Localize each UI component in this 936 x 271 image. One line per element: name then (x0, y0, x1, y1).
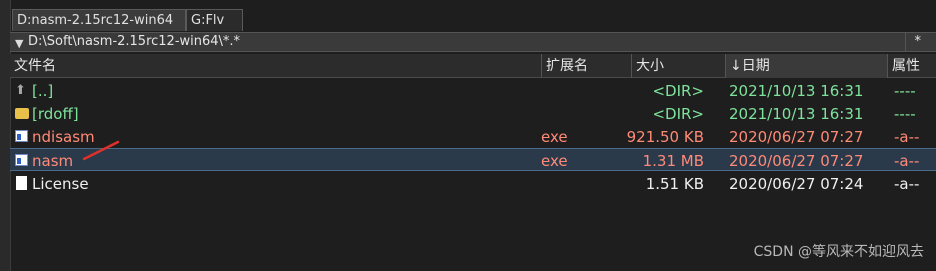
column-date-label: 日期 (741, 58, 770, 74)
exe-icon (15, 130, 28, 142)
file-date: 2020/06/27 07:27 (729, 128, 864, 146)
file-row[interactable]: ndisasm exe 921.50 KB 2020/06/27 07:27 -… (10, 125, 936, 148)
file-icon (16, 176, 27, 190)
column-name[interactable]: 文件名 (10, 54, 542, 78)
file-size: 1.51 KB (645, 175, 704, 193)
sort-arrow-icon: ↓ (730, 58, 742, 74)
file-date: 2020/06/27 07:24 (729, 175, 864, 193)
tab-nasm[interactable]: D:nasm-2.15rc12-win64 (12, 9, 186, 31)
file-size: 1.31 MB (642, 152, 704, 170)
up-arrow-icon: ⬆ (15, 83, 26, 98)
file-attr: -a-- (894, 128, 920, 146)
file-name: [rdoff] (32, 105, 79, 123)
file-attr: ---- (894, 82, 916, 100)
exe-icon (15, 154, 28, 166)
folder-icon (15, 108, 29, 119)
file-name: [..] (32, 82, 54, 100)
file-date: 2021/10/13 16:31 (729, 82, 864, 100)
file-attr: -a-- (894, 175, 920, 193)
column-ext[interactable]: 扩展名 (542, 54, 632, 78)
file-name: nasm (32, 152, 74, 170)
tab-flv[interactable]: G:Flv (186, 9, 243, 31)
tab-bar: D:nasm-2.15rc12-win64 G:Flv (10, 9, 936, 31)
dropdown-arrow-icon[interactable]: ▼ (15, 37, 23, 50)
path-bar[interactable]: ▼ D:\Soft\nasm-2.15rc12-win64\*.* * (10, 32, 936, 52)
file-size: 921.50 KB (626, 128, 704, 146)
column-size[interactable]: 大小 (632, 54, 726, 78)
file-row-selected[interactable]: nasm exe 1.31 MB 2020/06/27 07:27 -a-- (10, 148, 936, 171)
file-ext: exe (541, 152, 568, 170)
annotation-mark (82, 140, 120, 161)
file-date: 2021/10/13 16:31 (729, 105, 864, 123)
file-ext: exe (541, 128, 568, 146)
filter-button[interactable]: * (915, 34, 922, 49)
file-name: License (32, 175, 89, 193)
column-header: 文件名 扩展名 大小 ↓日期 属性 (10, 54, 936, 78)
file-row[interactable]: License 1.51 KB 2020/06/27 07:24 -a-- (10, 172, 936, 195)
file-row[interactable]: ⬆ [..] <DIR> 2021/10/13 16:31 ---- (10, 79, 936, 102)
file-date: 2020/06/27 07:27 (729, 152, 864, 170)
file-attr: -a-- (894, 152, 920, 170)
path-separator (905, 33, 906, 51)
file-size: <DIR> (652, 105, 704, 123)
file-size: <DIR> (652, 82, 704, 100)
column-attr[interactable]: 属性 (888, 54, 936, 78)
current-path[interactable]: D:\Soft\nasm-2.15rc12-win64\*.* (28, 34, 240, 49)
file-row[interactable]: [rdoff] <DIR> 2021/10/13 16:31 ---- (10, 102, 936, 125)
column-date[interactable]: ↓日期 (726, 54, 888, 78)
watermark: CSDN @等风来不如迎风去 (753, 244, 924, 260)
file-attr: ---- (894, 105, 916, 123)
